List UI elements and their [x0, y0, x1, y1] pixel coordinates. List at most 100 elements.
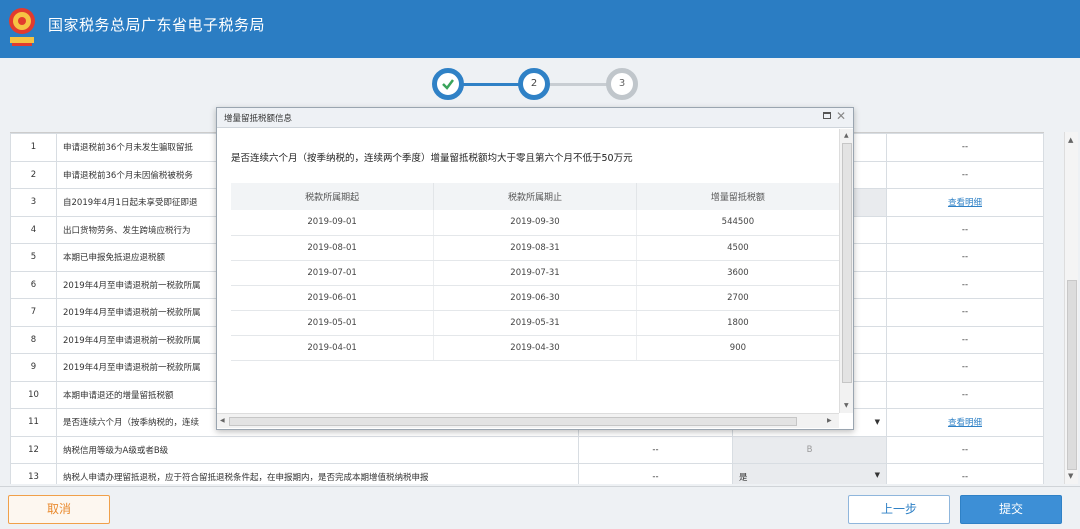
row-description-text: 纳税信用等级为A级或者B级: [63, 445, 169, 456]
row-status: --: [886, 353, 1044, 382]
table-cell: 2019-05-31: [433, 310, 637, 336]
close-icon[interactable]: ✕: [836, 109, 846, 123]
scroll-thumb[interactable]: [229, 417, 797, 426]
row-status: --: [886, 298, 1044, 327]
row-status-text: --: [961, 307, 969, 318]
row-number-text: 13: [28, 472, 39, 483]
scroll-left-icon[interactable]: ◀: [220, 417, 225, 424]
table-row: 2019-05-01 2019-05-31 1800: [231, 310, 839, 336]
table-row: 2019-08-01 2019-08-31 4500: [231, 235, 839, 261]
row-number-text: 12: [28, 444, 39, 455]
maximize-icon[interactable]: [823, 112, 831, 119]
table-cell: 2019-06-01: [231, 285, 435, 311]
row-description-text: 本期申请退还的增量留抵税额: [63, 390, 174, 401]
cancel-button[interactable]: 取消: [8, 495, 110, 524]
row-select: B: [732, 435, 887, 464]
row-number-text: 10: [28, 389, 39, 400]
step-3: 3: [606, 68, 638, 100]
row-number: 5: [10, 243, 57, 272]
row-number-text: 9: [30, 362, 37, 373]
row-status-text: --: [961, 472, 969, 483]
previous-step-button[interactable]: 上一步: [848, 495, 950, 524]
table-cell: 2019-05-01: [231, 310, 435, 336]
row-number: 13: [10, 463, 57, 484]
row-description-text: 2019年4月至申请退税前一税款所属: [63, 308, 201, 319]
row-status-text: --: [961, 362, 969, 373]
dialog-horizontal-scrollbar[interactable]: ◀ ▶: [217, 413, 839, 428]
scroll-down-icon[interactable]: ▼: [844, 402, 849, 409]
row-description-text: 自2019年4月1日起未享受即征即退: [63, 198, 198, 209]
table-cell: 2019-09-01: [231, 210, 435, 236]
submit-button[interactable]: 提交: [960, 495, 1062, 524]
row-description-text: 2019年4月至申请退税前一税款所属: [63, 280, 201, 291]
row-number-text: 11: [28, 417, 39, 428]
chevron-down-icon[interactable]: ▼: [875, 471, 880, 479]
scroll-up-icon[interactable]: ▲: [1068, 136, 1073, 144]
view-detail-link-text[interactable]: 查看明细: [948, 418, 982, 428]
row-status-text: --: [961, 279, 969, 290]
row-number: 1: [10, 133, 57, 162]
table-cell: 544500: [636, 210, 839, 236]
row-number: 6: [10, 270, 57, 299]
table-row: 2019-04-01 2019-04-30 900: [231, 335, 839, 361]
dialog-vertical-scrollbar[interactable]: ▲ ▼: [839, 129, 853, 413]
row-number: 2: [10, 160, 57, 189]
row-number-text: 8: [30, 334, 37, 345]
scroll-right-icon[interactable]: ▶: [827, 417, 832, 424]
row-number-text: 7: [30, 307, 37, 318]
table-cell: 2019-09-30: [433, 210, 637, 236]
row-status-text: --: [961, 389, 969, 400]
chevron-down-icon[interactable]: ▼: [875, 418, 880, 426]
incremental-credit-dialog: 增量留抵税额信息 ✕ 是否连续六个月（按季纳税的，连续两个季度）增量留抵税额均大…: [216, 107, 854, 430]
column-header: 税款所属期起: [231, 183, 435, 210]
tax-emblem-icon: [9, 8, 35, 46]
table-row: 13 纳税人申请办理留抵退税，应于符合留抵退税条件起，在申报期内，是否完成本期增值…: [10, 463, 1044, 484]
dialog-header: 增量留抵税额信息 ✕: [217, 108, 853, 128]
row-number: 8: [10, 325, 57, 354]
row-number: 10: [10, 380, 57, 409]
row-status: --: [886, 133, 1044, 162]
row-number: 7: [10, 298, 57, 327]
row-status-text: --: [961, 252, 969, 263]
row-value: --: [578, 435, 733, 464]
row-number: 11: [10, 408, 57, 437]
row-status-text: --: [961, 334, 969, 345]
scroll-thumb[interactable]: [842, 143, 852, 383]
scroll-up-icon[interactable]: ▲: [844, 132, 849, 139]
table-cell: 2019-08-31: [433, 235, 637, 261]
row-status: --: [886, 160, 1044, 189]
view-detail-link[interactable]: 查看明细: [886, 408, 1044, 437]
table-cell: 2019-06-30: [433, 285, 637, 311]
header-bar: 国家税务总局广东省电子税务局: [0, 0, 1080, 58]
row-description-text: 纳税人申请办理留抵退税，应于符合留抵退税条件起，在申报期内，是否完成本期增值税纳…: [63, 473, 429, 484]
action-bar: 取消 上一步 提交: [0, 486, 1080, 529]
row-number-text: 4: [30, 224, 37, 235]
row-number: 12: [10, 435, 57, 464]
row-number: 9: [10, 353, 57, 382]
page-scrollbar[interactable]: ▲ ▼: [1064, 132, 1078, 484]
row-description-text: 申请退税前36个月未发生骗取留抵: [63, 143, 193, 154]
table-cell: 2019-07-01: [231, 260, 435, 286]
table-header-row: 税款所属期起 税款所属期止 增量留抵税额: [231, 183, 839, 210]
table-cell: 2700: [636, 285, 839, 311]
scroll-thumb[interactable]: [1067, 280, 1077, 470]
row-status-text: --: [961, 224, 969, 235]
row-number: 3: [10, 188, 57, 217]
view-detail-link-text[interactable]: 查看明细: [948, 198, 982, 208]
row-number-text: 6: [30, 279, 37, 290]
row-dropdown[interactable]: 是 ▼: [732, 463, 887, 484]
row-status: --: [886, 380, 1044, 409]
table-cell: 2019-08-01: [231, 235, 435, 261]
table-cell: 3600: [636, 260, 839, 286]
view-detail-link[interactable]: 查看明细: [886, 188, 1044, 217]
column-header: 税款所属期止: [433, 183, 637, 210]
table-row: 2019-09-01 2019-09-30 544500: [231, 210, 839, 236]
step-connector: [549, 83, 609, 86]
table-row: 2019-06-01 2019-06-30 2700: [231, 285, 839, 311]
row-status: --: [886, 270, 1044, 299]
scroll-down-icon[interactable]: ▼: [1068, 472, 1073, 480]
dialog-body: 是否连续六个月（按季纳税的，连续两个季度）增量留抵税额均大于零且第六个月不低于5…: [217, 129, 839, 413]
table-cell: 4500: [636, 235, 839, 261]
row-value-text: --: [652, 444, 659, 455]
row-description: 纳税人申请办理留抵退税，应于符合留抵退税条件起，在申报期内，是否完成本期增值税纳…: [56, 463, 579, 484]
